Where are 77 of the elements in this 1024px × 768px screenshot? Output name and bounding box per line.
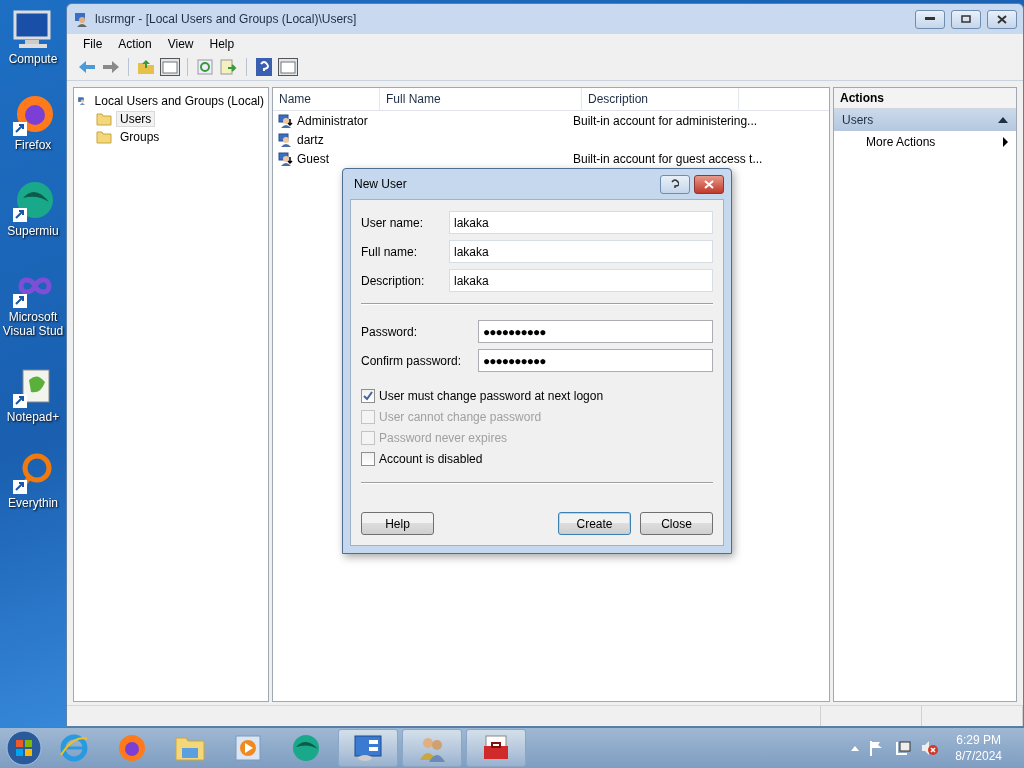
desktop-icon-label[interactable]: Notepad+ [6, 410, 60, 424]
media-player-icon[interactable] [234, 734, 262, 762]
input-field[interactable]: lakaka [449, 240, 713, 263]
menu-item[interactable]: Help [201, 34, 243, 54]
tree-item[interactable]: Groups [116, 129, 164, 145]
action-link[interactable]: More Actions [866, 135, 936, 149]
field-label: Confirm password: [361, 353, 463, 368]
field-label: Description: [361, 273, 426, 288]
input-field[interactable]: lakaka [449, 269, 713, 292]
maximize-icon[interactable] [961, 15, 971, 23]
checkbox-label[interactable]: User must change password at next logon [379, 388, 604, 403]
users-icon [73, 11, 89, 27]
taskbar-app-button[interactable] [466, 729, 526, 767]
folder-icon [96, 130, 112, 144]
actions-section[interactable]: Users [834, 109, 1016, 131]
folder-up-icon[interactable] [136, 57, 156, 77]
close-icon[interactable] [997, 14, 1007, 24]
column-header[interactable]: Name [273, 88, 380, 110]
show-hidden-icons[interactable] [851, 745, 860, 751]
question-mark-icon[interactable] [671, 178, 679, 190]
column-header[interactable]: Description [582, 88, 739, 110]
password-field[interactable]: ●●●●●●●●●● [478, 320, 713, 343]
checkbox[interactable] [361, 388, 375, 403]
actions-header: Actions [834, 88, 1016, 109]
user-arrow-icon [278, 150, 294, 167]
field-label: Full name: [361, 244, 419, 259]
close-button[interactable] [987, 9, 1017, 29]
minimize-button[interactable] [915, 9, 945, 29]
user-name[interactable]: dartz [297, 132, 324, 147]
dialog-button[interactable]: Close [640, 512, 713, 535]
firefox-icon[interactable] [117, 733, 147, 763]
desktop-icon-label[interactable]: Firefox [14, 138, 52, 152]
user-name[interactable]: Guest [297, 151, 329, 166]
tree-item[interactable]: Users [116, 111, 156, 127]
password-field[interactable]: ●●●●●●●●●● [478, 349, 713, 372]
refresh-icon[interactable] [195, 57, 215, 77]
user-name[interactable]: Administrator [297, 113, 368, 128]
control-panel-icon [353, 734, 383, 762]
dialog-title: New User [353, 177, 408, 191]
firefox-icon [11, 94, 55, 136]
help-icon[interactable] [254, 57, 274, 77]
sphere-icon [11, 180, 55, 222]
user-description: Built-in account for administering... [573, 113, 758, 128]
export-icon[interactable] [219, 57, 239, 77]
menu-item[interactable]: View [159, 34, 202, 54]
minimize-icon[interactable] [925, 17, 935, 21]
menu-item[interactable]: Action [110, 34, 160, 54]
desktop-icon-label[interactable]: Compute [8, 52, 58, 66]
volume-muted-icon[interactable] [921, 740, 940, 756]
menu-item[interactable]: File [75, 34, 111, 54]
field-label: Password: [361, 324, 419, 339]
collapse-icon[interactable] [998, 117, 1008, 123]
desktop-icon-label[interactable]: Everythin [8, 496, 58, 510]
user-arrow-icon [278, 112, 294, 129]
desktop-icon-label[interactable]: Microsoft Visual Stud [2, 310, 64, 338]
sphere-icon[interactable] [291, 733, 321, 763]
dialog-button[interactable]: Help [361, 512, 434, 535]
submenu-arrow-icon [1003, 137, 1008, 147]
network-icon[interactable] [895, 740, 912, 756]
folder-icon [96, 112, 112, 126]
start-button[interactable] [4, 729, 44, 767]
dialog-button[interactable]: Create [558, 512, 631, 535]
toolbox-icon [481, 734, 511, 762]
tree-item[interactable]: Local Users and Groups (Local) [90, 93, 268, 109]
close-button[interactable] [694, 174, 724, 194]
input-field[interactable]: lakaka [449, 211, 713, 234]
desktop-icon-label[interactable]: Supermiu [7, 224, 59, 238]
user-description: Built-in account for guest access t... [573, 151, 763, 166]
maximize-button[interactable] [951, 9, 981, 29]
checkbox[interactable] [361, 451, 375, 466]
field-label: User name: [361, 215, 425, 230]
section-title: Users [842, 113, 874, 127]
window-title: lusrmgr - [Local Users and Groups (Local)\Users] [95, 12, 358, 26]
help-button[interactable] [660, 174, 690, 194]
checkbox-label[interactable]: Account is disabled [379, 451, 483, 466]
column-header[interactable]: Full Name [380, 88, 582, 110]
taskbar-app-button[interactable] [338, 729, 398, 767]
